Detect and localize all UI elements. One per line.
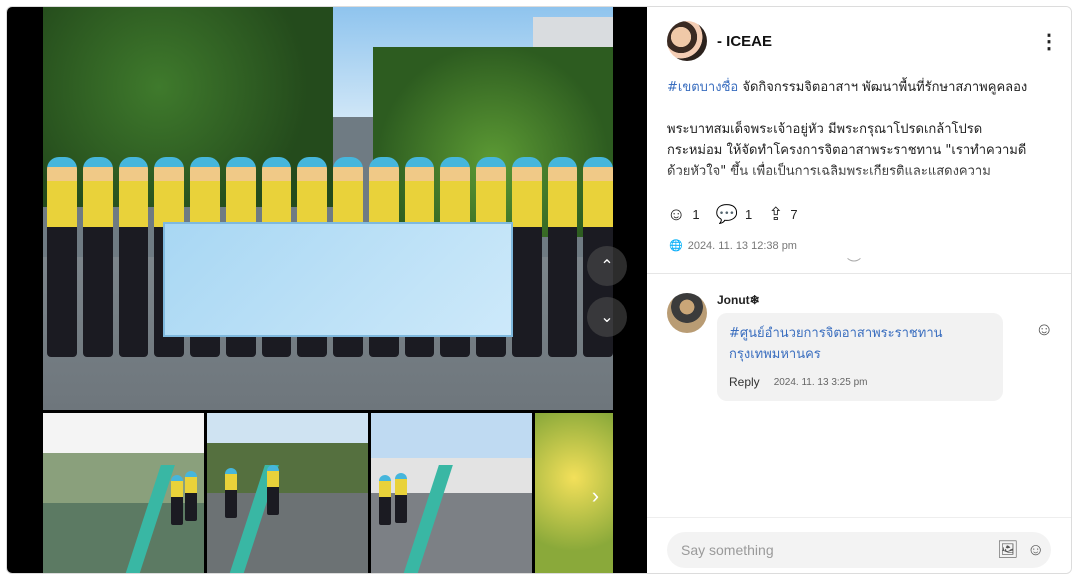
main-photo[interactable]	[43, 7, 613, 410]
thumbnail-3[interactable]	[370, 413, 532, 573]
commenter-avatar[interactable]	[667, 293, 707, 333]
media-area: ⌃ ⌄ ›	[7, 7, 647, 573]
divider	[647, 273, 1071, 274]
caption-text: จัดกิจกรรมจิตอาสาฯ พัฒนาพื้นที่รักษาสภาพ…	[738, 80, 1028, 95]
thumbnail-1[interactable]	[43, 413, 204, 573]
prev-photo-button[interactable]: ⌃	[587, 246, 627, 286]
comment-input[interactable]	[667, 532, 1051, 568]
image-icon[interactable]: 🖼	[997, 540, 1019, 560]
expand-chevron-icon[interactable]: ︶	[847, 255, 861, 275]
comment-bubble: #ศูนย์อำนวยการจิตอาสาพระราชทาน กรุงเทพมห…	[717, 313, 1003, 401]
comments-count: 1	[745, 206, 753, 222]
volunteer-group	[43, 157, 613, 357]
share-icon[interactable]: ⇪	[768, 205, 783, 223]
shares-stat[interactable]: ⇪ 7	[768, 205, 797, 223]
post-panel: - ICEAE ⋮ #เขตบางซื่อ จัดกิจกรรมจิตอาสาฯ…	[647, 7, 1071, 573]
commenter-name[interactable]: Jonut❄	[717, 293, 760, 307]
post-timestamp: 🌐 2024. 11. 13 12:38 pm	[669, 239, 797, 253]
comment-text[interactable]: #ศูนย์อำนวยการจิตอาสาพระราชทาน กรุงเทพมห…	[729, 323, 991, 365]
more-vertical-icon[interactable]: ⋮	[1039, 29, 1059, 54]
next-photo-button[interactable]: ⌄	[587, 297, 627, 337]
avatar[interactable]	[667, 21, 707, 61]
reactions-stat[interactable]: ☺ 1	[667, 205, 700, 223]
comment-composer: 🖼 ☺	[647, 517, 1071, 573]
project-banner	[163, 222, 513, 337]
smile-icon[interactable]: ☺	[1035, 319, 1053, 340]
photo-thumbnails: ›	[43, 413, 614, 573]
smile-icon[interactable]: ☺	[667, 205, 685, 223]
chevron-right-icon[interactable]: ›	[592, 483, 599, 509]
thumbnail-2[interactable]	[206, 413, 368, 573]
username[interactable]: - ICEAE	[717, 33, 772, 50]
post-viewer: ⌃ ⌄ › - ICEAE ⋮ #เขตบางซื่อ จัดกิจกรรมจิ…	[6, 6, 1072, 574]
smile-icon[interactable]: ☺	[1027, 540, 1044, 560]
thumbnail-4[interactable]: ›	[534, 413, 614, 573]
post-stats: ☺ 1 💬 1 ⇪ 7	[667, 205, 798, 223]
hashtag-link[interactable]: #เขตบางซื่อ	[667, 80, 738, 95]
reply-button[interactable]: Reply	[729, 375, 760, 389]
comment-icon[interactable]: 💬	[716, 205, 738, 223]
comment-time: 2024. 11. 13 3:25 pm	[773, 376, 868, 388]
comments-stat[interactable]: 💬 1	[716, 205, 753, 223]
reactions-count: 1	[692, 206, 700, 222]
post-header: - ICEAE ⋮	[667, 21, 1059, 61]
globe-icon: 🌐	[669, 240, 683, 252]
shares-count: 7	[790, 206, 798, 222]
